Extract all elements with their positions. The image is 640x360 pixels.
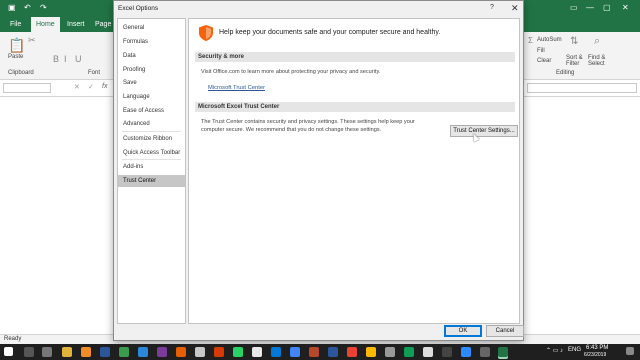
formula-input[interactable]	[527, 83, 637, 93]
ribbon-display-icon[interactable]: ▭	[570, 3, 578, 12]
tab-home[interactable]: Home	[31, 17, 60, 32]
app-icon-15[interactable]	[423, 347, 433, 357]
nav-item-ease-of-access[interactable]: Ease of Access	[118, 105, 185, 117]
nav-item-customize-ribbon[interactable]: Customize Ribbon	[118, 133, 185, 145]
app-icon-13[interactable]	[385, 347, 395, 357]
nav-item-language[interactable]: Language	[118, 91, 185, 103]
clock-time[interactable]: 6:43 PM	[586, 345, 608, 351]
undo-icon[interactable]: ↶	[24, 3, 31, 12]
nav-item-advanced[interactable]: Advanced	[118, 118, 185, 130]
firefox-icon[interactable]	[176, 347, 186, 357]
app-icon-9[interactable]	[271, 347, 281, 357]
maximize-icon[interactable]: ▢	[603, 3, 611, 12]
app-icon-6[interactable]	[195, 347, 205, 357]
trust-section-text-line2: computer secure. We recommend that you d…	[201, 127, 382, 133]
powerpoint-icon[interactable]	[309, 347, 319, 357]
tray-icons[interactable]: ⌃ ▭ ♪	[546, 347, 563, 354]
nav-item-formulas[interactable]: Formulas	[118, 36, 185, 48]
status-text: Ready	[4, 336, 22, 342]
hero-text: Help keep your documents safe and your c…	[219, 29, 441, 36]
app-icon-5[interactable]	[157, 347, 167, 357]
app-icon-17[interactable]	[461, 347, 471, 357]
nav-divider	[122, 159, 181, 160]
app-icon-14[interactable]	[404, 347, 414, 357]
name-box[interactable]	[3, 83, 51, 93]
task-view-icon[interactable]	[42, 347, 52, 357]
word-icon[interactable]	[328, 347, 338, 357]
trust-section-text-line1: The Trust Center contains security and p…	[201, 119, 415, 125]
notifications-icon[interactable]	[626, 347, 634, 355]
minimize-icon[interactable]: —	[586, 3, 594, 12]
app-icon-10[interactable]	[290, 347, 300, 357]
close-icon[interactable]: ✕	[511, 3, 519, 14]
app-icon-12[interactable]	[366, 347, 376, 357]
app-icon-2[interactable]	[100, 347, 110, 357]
autosum-label[interactable]: AutoSum	[537, 37, 562, 43]
nav-item-data[interactable]: Data	[118, 50, 185, 62]
bold-button[interactable]: B	[53, 54, 59, 64]
security-section-text: Visit Office.com to learn more about pro…	[201, 69, 381, 75]
find-select-label[interactable]: Find & Select	[588, 55, 612, 67]
whatsapp-icon[interactable]	[233, 347, 243, 357]
editing-group-label: Editing	[556, 70, 575, 76]
options-nav: General Formulas Data Proofing Save Lang…	[117, 18, 186, 324]
windows-taskbar: ⌃ ▭ ♪ ENG 6:43 PM 6/23/2019	[0, 344, 640, 360]
nav-item-trust-center[interactable]: Trust Center	[118, 175, 185, 187]
nav-divider	[122, 131, 181, 132]
language-indicator[interactable]: ENG	[568, 347, 581, 353]
app-icon-3[interactable]	[119, 347, 129, 357]
nav-item-proofing[interactable]: Proofing	[118, 64, 185, 76]
nav-item-general[interactable]: General	[118, 22, 185, 34]
font-group-label: Font	[88, 70, 101, 76]
find-icon[interactable]: ⌕	[594, 35, 600, 48]
tab-file[interactable]: File	[5, 17, 26, 32]
app-icon-4[interactable]	[138, 347, 148, 357]
search-icon[interactable]	[24, 347, 34, 357]
security-section-heading: Security & more	[195, 52, 515, 62]
cancel-button[interactable]: Cancel	[486, 325, 524, 337]
fill-label[interactable]: Fill	[537, 48, 545, 54]
trust-center-settings-button[interactable]: Trust Center Settings...	[450, 125, 518, 137]
app-icon-1[interactable]	[81, 347, 91, 357]
app-icon-18[interactable]	[480, 347, 490, 357]
app-icon-8[interactable]	[252, 347, 262, 357]
app-icon-7[interactable]	[214, 347, 224, 357]
autosum-icon[interactable]: Σ	[528, 36, 533, 45]
nav-item-add-ins[interactable]: Add-ins	[118, 161, 185, 173]
file-explorer-icon[interactable]	[62, 347, 72, 357]
app-icon-11[interactable]	[347, 347, 357, 357]
trust-center-panel: Help keep your documents safe and your c…	[188, 18, 520, 324]
trust-section-heading: Microsoft Excel Trust Center	[195, 102, 515, 112]
ok-button[interactable]: OK	[444, 325, 482, 337]
microsoft-trust-center-link[interactable]: Microsoft Trust Center	[208, 85, 265, 91]
nav-item-quick-access-toolbar[interactable]: Quick Access Toolbar	[118, 147, 185, 159]
fx-icon[interactable]: fx	[102, 83, 107, 90]
shield-icon	[199, 25, 213, 41]
paste-icon[interactable]: 📋	[8, 37, 25, 54]
start-icon[interactable]	[4, 347, 13, 356]
redo-icon[interactable]: ↷	[40, 3, 47, 12]
italic-button[interactable]: I	[64, 54, 67, 64]
excel-icon[interactable]	[498, 347, 508, 357]
cancel-formula-icon[interactable]: ✕	[74, 83, 80, 91]
close-excel-icon[interactable]: ✕	[622, 3, 629, 12]
dialog-title: Excel Options	[118, 5, 159, 12]
paste-label[interactable]: Paste	[8, 54, 23, 60]
sort-filter-label[interactable]: Sort & Filter	[566, 55, 588, 67]
save-icon[interactable]: ▣	[8, 3, 16, 12]
cut-icon[interactable]: ✂	[28, 35, 36, 46]
clipboard-group-label: Clipboard	[8, 70, 34, 76]
clock-date[interactable]: 6/23/2019	[584, 352, 606, 358]
app-icon-16[interactable]	[442, 347, 452, 357]
excel-options-dialog: Excel Options ? ✕ General Formulas Data …	[113, 0, 524, 341]
sort-filter-icon[interactable]: ⇅	[570, 36, 578, 47]
help-icon[interactable]: ?	[490, 4, 494, 11]
tab-insert[interactable]: Insert	[62, 17, 90, 32]
nav-item-save[interactable]: Save	[118, 77, 185, 89]
enter-formula-icon[interactable]: ✓	[88, 83, 94, 91]
underline-button[interactable]: U	[75, 54, 82, 64]
clear-label[interactable]: Clear	[537, 58, 551, 64]
